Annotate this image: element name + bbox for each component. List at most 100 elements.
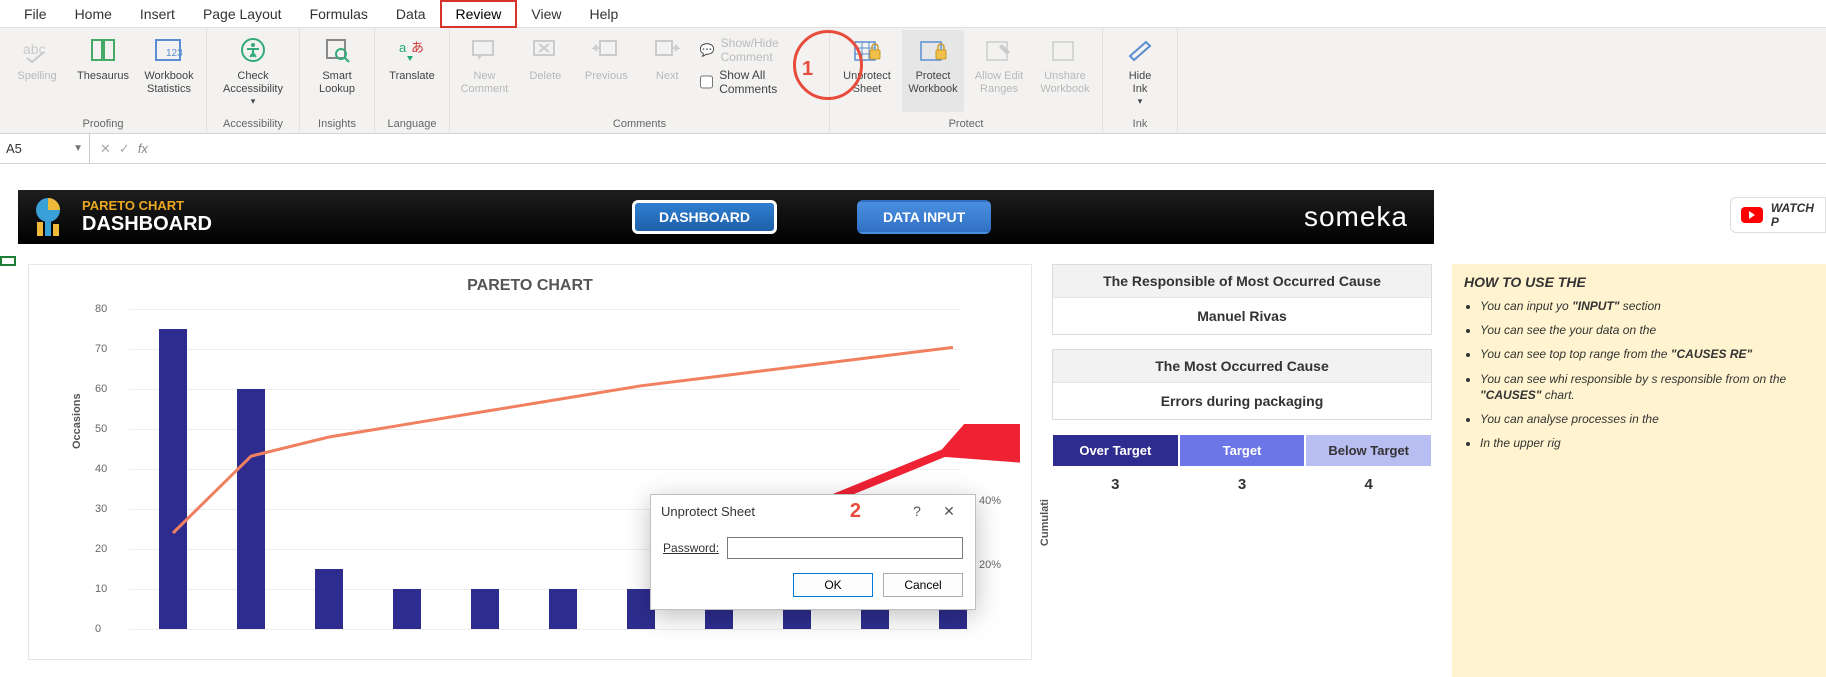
annotation-number-1: 1 bbox=[802, 58, 813, 81]
password-label: Password: bbox=[663, 541, 719, 555]
help-title: HOW TO USE THE bbox=[1464, 274, 1814, 290]
group-language: aあ Translate Language bbox=[375, 28, 450, 134]
check-accessibility-button[interactable]: Check Accessibility ▾ bbox=[213, 30, 293, 112]
help-item: You can analyse processes in the bbox=[1480, 411, 1814, 427]
pareto-logo-icon bbox=[28, 194, 74, 240]
next-comment-label: Next bbox=[656, 70, 679, 83]
dashboard-subtitle: PARETO CHART bbox=[82, 199, 212, 213]
spelling-button[interactable]: abc Spelling bbox=[6, 30, 68, 112]
dialog-close-icon[interactable]: ✕ bbox=[933, 503, 965, 520]
allow-edit-label: Allow Edit Ranges bbox=[975, 70, 1023, 96]
smart-lookup-label: Smart Lookup bbox=[319, 70, 355, 96]
youtube-icon bbox=[1741, 207, 1763, 223]
group-proofing-label: Proofing bbox=[83, 116, 124, 134]
dialog-help-icon[interactable]: ? bbox=[901, 503, 933, 519]
protect-workbook-label: Protect Workbook bbox=[908, 70, 957, 96]
workbook-stats-button[interactable]: 123 Workbook Statistics bbox=[138, 30, 200, 112]
ribbon-tabs: File Home Insert Page Layout Formulas Da… bbox=[0, 0, 1826, 28]
dialog-titlebar[interactable]: Unprotect Sheet 2 ? ✕ bbox=[651, 495, 975, 527]
unprotect-sheet-dialog: Unprotect Sheet 2 ? ✕ Password: OK Cance… bbox=[650, 494, 976, 610]
name-box-caret-icon: ▼ bbox=[73, 143, 83, 154]
ok-button[interactable]: OK bbox=[793, 573, 873, 597]
group-insights: Smart Lookup Insights bbox=[300, 28, 375, 134]
most-cause-card: The Most Occurred Cause Errors during pa… bbox=[1052, 349, 1432, 420]
translate-icon: aあ bbox=[396, 34, 428, 66]
tab-view[interactable]: View bbox=[517, 2, 575, 26]
tab-formulas[interactable]: Formulas bbox=[296, 2, 382, 26]
dashboard-tab-button[interactable]: DASHBOARD bbox=[632, 200, 777, 234]
formula-input[interactable] bbox=[164, 134, 1826, 163]
tab-help[interactable]: Help bbox=[576, 2, 633, 26]
y-axis-label: Occasions bbox=[71, 393, 83, 449]
workbook-stats-icon: 123 bbox=[153, 34, 185, 66]
delete-comment-button[interactable]: Delete bbox=[517, 30, 574, 112]
help-item: You can see the your data on the bbox=[1480, 322, 1814, 338]
worksheet[interactable]: PARETO CHART DASHBOARD DASHBOARD DATA IN… bbox=[0, 164, 1826, 677]
group-comments-label: Comments bbox=[613, 116, 666, 134]
fx-icon[interactable]: fx bbox=[138, 141, 154, 157]
prev-comment-icon bbox=[590, 34, 622, 66]
formula-bar: A5▼ ✕ ✓ fx bbox=[0, 134, 1826, 164]
spelling-icon: abc bbox=[21, 34, 53, 66]
responsible-card: The Responsible of Most Occurred Cause M… bbox=[1052, 264, 1432, 335]
name-box[interactable]: A5▼ bbox=[0, 134, 90, 163]
svg-text:a: a bbox=[399, 40, 407, 55]
tab-review[interactable]: Review bbox=[440, 0, 518, 28]
unprotect-sheet-button[interactable]: Unprotect Sheet bbox=[836, 30, 898, 112]
dashboard-header: PARETO CHART DASHBOARD DASHBOARD DATA IN… bbox=[18, 190, 1434, 244]
enter-formula-icon[interactable]: ✓ bbox=[119, 141, 130, 157]
prev-comment-button[interactable]: Previous bbox=[578, 30, 635, 112]
group-ink-label: Ink bbox=[1133, 116, 1148, 134]
group-insights-label: Insights bbox=[318, 116, 356, 134]
cancel-formula-icon[interactable]: ✕ bbox=[100, 141, 111, 157]
check-accessibility-label: Check Accessibility bbox=[223, 70, 283, 96]
watch-video-button[interactable]: WATCH P bbox=[1730, 197, 1826, 233]
target-table: Over Target Target Below Target 3 3 4 bbox=[1052, 434, 1432, 502]
cell-selection bbox=[0, 256, 16, 266]
help-item: You can input yo "INPUT" section bbox=[1480, 298, 1814, 314]
tab-data[interactable]: Data bbox=[382, 2, 440, 26]
tab-page-layout[interactable]: Page Layout bbox=[189, 2, 296, 26]
allow-edit-ranges-button[interactable]: Allow Edit Ranges bbox=[968, 30, 1030, 112]
smart-lookup-button[interactable]: Smart Lookup bbox=[306, 30, 368, 112]
annotation-number-2: 2 bbox=[850, 500, 861, 523]
group-accessibility: Check Accessibility ▾ Accessibility bbox=[207, 28, 300, 134]
next-comment-icon bbox=[651, 34, 683, 66]
side-column: The Responsible of Most Occurred Cause M… bbox=[1052, 264, 1432, 502]
hide-ink-button[interactable]: Hide Ink ▾ bbox=[1109, 30, 1171, 112]
svg-text:123: 123 bbox=[166, 48, 183, 59]
tab-home[interactable]: Home bbox=[61, 2, 126, 26]
most-cause-title: The Most Occurred Cause bbox=[1053, 350, 1431, 383]
group-ink: Hide Ink ▾ Ink bbox=[1103, 28, 1178, 134]
protect-workbook-icon bbox=[917, 34, 949, 66]
unshare-icon bbox=[1049, 34, 1081, 66]
dashboard-logo: PARETO CHART DASHBOARD bbox=[18, 194, 212, 240]
delete-comment-label: Delete bbox=[529, 70, 561, 83]
over-target-value: 3 bbox=[1052, 467, 1179, 502]
help-item: In the upper rig bbox=[1480, 435, 1814, 451]
target-value: 3 bbox=[1179, 467, 1306, 502]
tab-insert[interactable]: Insert bbox=[126, 2, 189, 26]
responsible-title: The Responsible of Most Occurred Cause bbox=[1053, 265, 1431, 298]
protect-workbook-button[interactable]: Protect Workbook bbox=[902, 30, 964, 112]
prev-comment-label: Previous bbox=[585, 70, 628, 83]
translate-label: Translate bbox=[389, 70, 434, 83]
thesaurus-label: Thesaurus bbox=[77, 70, 129, 83]
hide-ink-icon bbox=[1124, 34, 1156, 66]
new-comment-label: New Comment bbox=[461, 70, 509, 96]
translate-button[interactable]: aあ Translate bbox=[381, 30, 443, 112]
group-accessibility-label: Accessibility bbox=[223, 116, 283, 134]
next-comment-button[interactable]: Next bbox=[639, 30, 696, 112]
unprotect-sheet-label: Unprotect Sheet bbox=[843, 70, 891, 96]
dashboard-title: DASHBOARD bbox=[82, 213, 212, 235]
thesaurus-button[interactable]: Thesaurus bbox=[72, 30, 134, 112]
unshare-workbook-button[interactable]: Unshare Workbook bbox=[1034, 30, 1096, 112]
group-protect: Unprotect Sheet Protect Workbook Allow E… bbox=[830, 28, 1103, 134]
cancel-button[interactable]: Cancel bbox=[883, 573, 963, 597]
data-input-tab-button[interactable]: DATA INPUT bbox=[857, 200, 991, 234]
allow-edit-icon bbox=[983, 34, 1015, 66]
tab-file[interactable]: File bbox=[10, 2, 61, 26]
new-comment-button[interactable]: New Comment bbox=[456, 30, 513, 112]
password-input[interactable] bbox=[727, 537, 963, 559]
below-target-header: Below Target bbox=[1305, 434, 1432, 467]
